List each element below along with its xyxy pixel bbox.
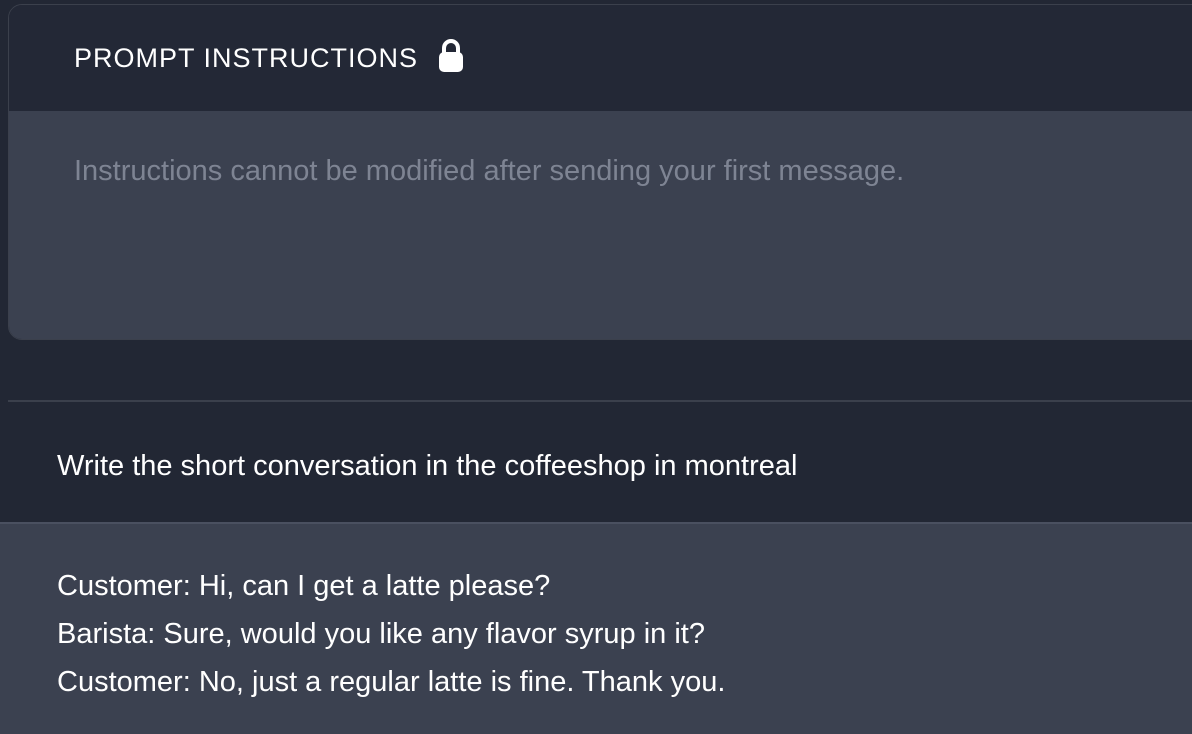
assistant-message-line: Customer: No, just a regular latte is fi…: [57, 666, 726, 698]
user-message-text: Write the short conversation in the coff…: [57, 450, 798, 482]
lock-icon: [438, 39, 464, 73]
prompt-instructions-placeholder: Instructions cannot be modified after se…: [74, 155, 905, 187]
assistant-message-line: Customer: Hi, can I get a latte please?: [57, 570, 551, 602]
prompt-instructions-header: PROMPT INSTRUCTIONS: [9, 5, 1192, 111]
chat-page: PROMPT INSTRUCTIONS Instructions cannot …: [0, 0, 1192, 734]
prompt-instructions-panel: PROMPT INSTRUCTIONS Instructions cannot …: [8, 4, 1192, 340]
prompt-instructions-textarea[interactable]: Instructions cannot be modified after se…: [9, 111, 1192, 339]
prompt-instructions-title: PROMPT INSTRUCTIONS: [74, 42, 419, 73]
assistant-message: Customer: Hi, can I get a latte please? …: [0, 522, 1192, 734]
assistant-message-line: Barista: Sure, would you like any flavor…: [57, 618, 705, 650]
user-message: Write the short conversation in the coff…: [0, 402, 1192, 522]
